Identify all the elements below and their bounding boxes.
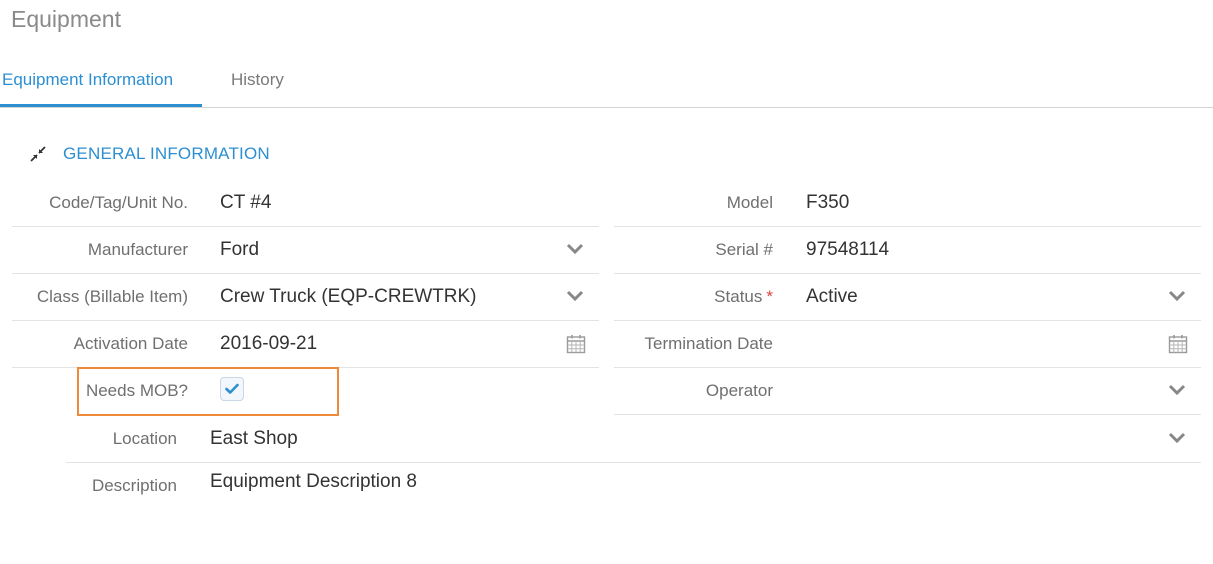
model-field[interactable]: F350 — [806, 180, 849, 226]
location-label: Location — [112, 429, 177, 448]
required-marker: * — [766, 287, 773, 306]
tab-history[interactable]: History — [231, 70, 284, 90]
chevron-down-icon[interactable] — [566, 242, 584, 256]
form-row-location: Location East Shop — [66, 416, 1201, 463]
tab-bar: Equipment Information History — [0, 58, 1213, 108]
needs-mob-label: Needs MOB? — [85, 381, 188, 400]
form-row-manufacturer: Manufacturer Ford — [12, 227, 599, 274]
class-label: Class (Billable Item) — [36, 287, 188, 306]
description-field[interactable]: Equipment Description 8 — [210, 459, 417, 505]
form-row-description: Description Equipment Description 8 — [66, 463, 1201, 510]
status-select[interactable]: Active — [806, 274, 858, 320]
termination-date-label: Termination Date — [644, 334, 773, 353]
chevron-down-icon[interactable] — [1168, 289, 1186, 303]
collapse-arrows-icon[interactable] — [29, 145, 47, 163]
active-tab-indicator — [0, 104, 202, 107]
location-select[interactable]: East Shop — [210, 416, 298, 462]
manufacturer-label: Manufacturer — [87, 240, 188, 259]
chevron-down-icon[interactable] — [566, 289, 584, 303]
form-row-model: Model F350 — [614, 180, 1201, 227]
model-label: Model — [726, 193, 773, 212]
status-label: Status * — [614, 274, 773, 320]
form-row-termination-date: Termination Date — [614, 321, 1201, 368]
code-label: Code/Tag/Unit No. — [49, 193, 188, 212]
code-field[interactable]: CT #4 — [220, 180, 271, 226]
activation-date-label: Activation Date — [73, 334, 188, 353]
operator-label: Operator — [705, 381, 773, 400]
form-row-class: Class (Billable Item) Crew Truck (EQP-CR… — [12, 274, 599, 321]
calendar-icon[interactable] — [1168, 334, 1188, 354]
calendar-icon[interactable] — [566, 334, 586, 354]
class-select[interactable]: Crew Truck (EQP-CREWTRK) — [220, 274, 477, 320]
form-row-needs-mob: Needs MOB? — [12, 368, 599, 415]
needs-mob-checkbox[interactable] — [220, 377, 244, 401]
section-header-general-information[interactable]: GENERAL INFORMATION — [29, 142, 270, 166]
serial-label: Serial # — [715, 240, 773, 259]
chevron-down-icon[interactable] — [1168, 383, 1186, 397]
form-row-serial: Serial # 97548114 — [614, 227, 1201, 274]
serial-field[interactable]: 97548114 — [806, 227, 889, 273]
form-row-status: Status * Active — [614, 274, 1201, 321]
status-label-text: Status — [714, 287, 763, 306]
chevron-down-icon[interactable] — [1168, 431, 1186, 445]
section-title: GENERAL INFORMATION — [63, 144, 270, 163]
manufacturer-select[interactable]: Ford — [220, 227, 259, 273]
form-row-code: Code/Tag/Unit No. CT #4 — [12, 180, 599, 227]
form-row-activation-date: Activation Date 2016-09-21 — [12, 321, 599, 368]
page-title: Equipment — [11, 6, 121, 32]
form-row-operator: Operator — [614, 368, 1201, 415]
description-label: Description — [91, 476, 177, 495]
activation-date-field[interactable]: 2016-09-21 — [220, 321, 317, 367]
checkmark-icon — [225, 383, 239, 394]
tab-equipment-information[interactable]: Equipment Information — [2, 70, 173, 90]
